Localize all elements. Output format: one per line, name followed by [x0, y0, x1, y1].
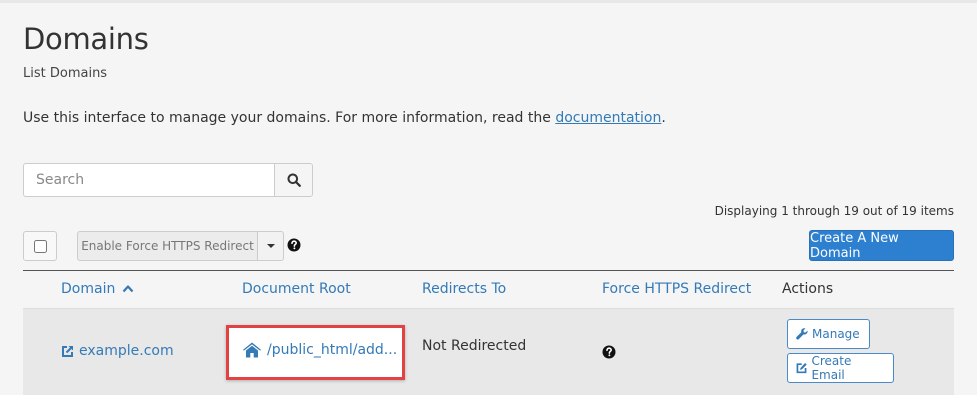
- column-header-force-https[interactable]: Force HTTPS Redirect: [602, 281, 751, 297]
- page-subtitle: List Domains: [23, 66, 108, 81]
- https-redirect-dropdown-toggle[interactable]: [258, 231, 284, 261]
- manage-button-label: Manage: [812, 327, 860, 341]
- select-all-checkbox[interactable]: [33, 239, 47, 253]
- domain-link[interactable]: example.com: [61, 343, 174, 359]
- search-button[interactable]: [274, 163, 313, 197]
- chevron-up-icon: [122, 285, 134, 293]
- display-count: Displaying 1 through 19 out of 19 items: [714, 204, 954, 218]
- top-divider: [0, 0, 977, 3]
- question-circle-icon[interactable]: [602, 344, 616, 363]
- enable-https-redirect-button[interactable]: Enable Force HTTPS Redirect: [77, 231, 258, 261]
- caret-down-icon: [266, 244, 275, 248]
- domain-name: example.com: [79, 343, 174, 359]
- wrench-icon: [796, 328, 808, 340]
- question-circle-icon[interactable]: [287, 237, 301, 256]
- redirects-to-value: Not Redirected: [422, 338, 527, 354]
- external-link-icon: [62, 345, 73, 357]
- select-all-container: [23, 231, 57, 261]
- search-icon: [287, 173, 301, 187]
- manage-button[interactable]: Manage: [787, 319, 870, 349]
- home-icon: [242, 342, 262, 358]
- column-header-actions: Actions: [782, 281, 834, 297]
- documentation-link[interactable]: documentation: [555, 110, 661, 126]
- https-redirect-group: Enable Force HTTPS Redirect: [77, 231, 284, 261]
- search-group: [23, 163, 313, 197]
- create-email-button[interactable]: Create Email: [787, 353, 894, 383]
- table-top-border: [23, 270, 954, 271]
- intro-text-end: .: [661, 110, 666, 126]
- create-new-domain-button[interactable]: Create A New Domain: [809, 230, 954, 261]
- column-header-redirects-to[interactable]: Redirects To: [422, 281, 506, 297]
- intro-text: Use this interface to manage your domain…: [23, 110, 666, 126]
- search-input[interactable]: [23, 163, 274, 197]
- column-header-domain-label: Domain: [61, 281, 116, 297]
- intro-text-body: Use this interface to manage your domain…: [23, 110, 556, 126]
- document-root-path: /public_html/add...: [267, 342, 398, 358]
- document-root-link[interactable]: /public_html/add...: [242, 342, 397, 358]
- page-title: Domains: [23, 22, 149, 56]
- column-header-domain[interactable]: Domain: [61, 281, 134, 297]
- edit-icon: [796, 363, 807, 374]
- column-header-document-root[interactable]: Document Root: [242, 281, 351, 297]
- create-email-button-label: Create Email: [811, 354, 852, 382]
